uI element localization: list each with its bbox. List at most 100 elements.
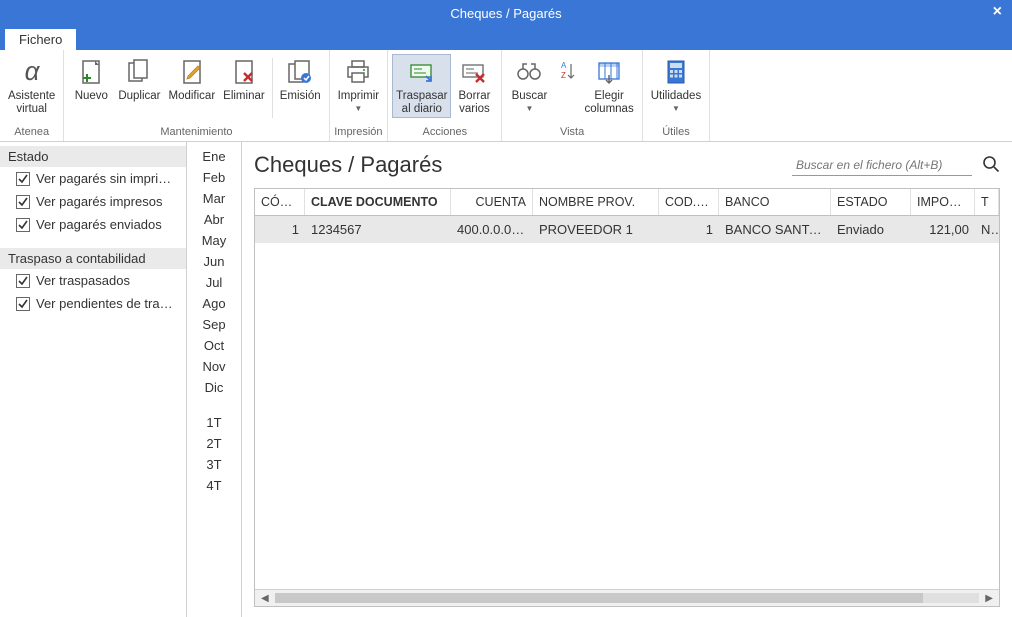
content-header: Cheques / Pagarés	[254, 152, 1000, 178]
utilidades-button[interactable]: Utilidades ▼	[647, 54, 706, 115]
quarter-3t[interactable]: 3T	[187, 454, 241, 475]
page-title: Cheques / Pagarés	[254, 152, 442, 178]
month-dic[interactable]: Dic	[187, 377, 241, 398]
check-label: Ver pagarés sin imprimir	[36, 171, 176, 186]
months-panel: Ene Feb Mar Abr May Jun Jul Ago Sep Oct …	[187, 142, 242, 617]
sidebar-header-traspaso: Traspaso a contabilidad	[0, 248, 186, 269]
check-pagares-enviados[interactable]: Ver pagarés enviados	[0, 213, 186, 236]
checkbox-checked-icon	[16, 195, 30, 209]
eliminar-button[interactable]: Eliminar	[219, 54, 269, 105]
elegir-columnas-button[interactable]: Elegir columnas	[580, 54, 637, 118]
nuevo-button[interactable]: Nuevo	[68, 54, 114, 105]
ribbon-group-label-vista: Vista	[506, 124, 637, 141]
titlebar: Cheques / Pagarés ×	[0, 0, 1012, 26]
ribbon-group-impresion: Imprimir ▼ Impresión	[330, 50, 389, 141]
table-header-row: CÓDI... CLAVE DOCUMENTO CUENTA NOMBRE PR…	[255, 189, 999, 216]
close-icon[interactable]: ×	[993, 3, 1002, 21]
checkbox-checked-icon	[16, 297, 30, 311]
month-ago[interactable]: Ago	[187, 293, 241, 314]
tabbar: Fichero	[0, 26, 1012, 50]
chevron-down-icon: ▼	[672, 104, 680, 113]
td-codban: 1	[659, 216, 719, 243]
td-estado: Enviado	[831, 216, 911, 243]
month-nov[interactable]: Nov	[187, 356, 241, 377]
month-sep[interactable]: Sep	[187, 314, 241, 335]
ribbon-group-label-utiles: Útiles	[647, 124, 706, 141]
ribbon-group-acciones: Traspasar al diario Borrar varios Accion…	[388, 50, 502, 141]
printer-icon	[342, 56, 374, 88]
checkbox-checked-icon	[16, 172, 30, 186]
th-codigo[interactable]: CÓDI...	[255, 189, 305, 215]
th-clave[interactable]: CLAVE DOCUMENTO	[305, 189, 451, 215]
check-pagares-sin-imprimir[interactable]: Ver pagarés sin imprimir	[0, 167, 186, 190]
tab-fichero[interactable]: Fichero	[5, 29, 76, 50]
scroll-track[interactable]	[275, 593, 980, 603]
month-jun[interactable]: Jun	[187, 251, 241, 272]
main: Estado Ver pagarés sin imprimir Ver paga…	[0, 142, 1012, 617]
chevron-down-icon: ▼	[526, 104, 534, 113]
ribbon-group-label-impresion: Impresión	[334, 124, 384, 141]
month-abr[interactable]: Abr	[187, 209, 241, 230]
th-extra[interactable]: T	[975, 189, 999, 215]
th-codban[interactable]: COD.BAN...	[659, 189, 719, 215]
svg-text:A: A	[561, 61, 567, 70]
sidebar: Estado Ver pagarés sin imprimir Ver paga…	[0, 142, 187, 617]
chevron-down-icon: ▼	[354, 104, 362, 113]
check-traspasados[interactable]: Ver traspasados	[0, 269, 186, 292]
sidebar-header-estado: Estado	[0, 146, 186, 167]
emision-button[interactable]: Emisión	[276, 54, 325, 105]
document-new-icon	[75, 56, 107, 88]
quarter-2t[interactable]: 2T	[187, 433, 241, 454]
scroll-left-icon[interactable]: ◀	[257, 593, 273, 604]
th-cuenta[interactable]: CUENTA	[451, 189, 533, 215]
document-edit-icon	[176, 56, 208, 88]
month-feb[interactable]: Feb	[187, 167, 241, 188]
scroll-right-icon[interactable]: ▶	[981, 593, 997, 604]
th-banco[interactable]: BANCO	[719, 189, 831, 215]
check-pagares-impresos[interactable]: Ver pagarés impresos	[0, 190, 186, 213]
ribbon-group-vista: Buscar ▼ AZ Elegir columnas Vista	[502, 50, 642, 141]
search-input[interactable]	[792, 155, 972, 176]
month-ene[interactable]: Ene	[187, 146, 241, 167]
td-codigo: 1	[255, 216, 305, 243]
td-nombre: PROVEEDOR 1	[533, 216, 659, 243]
scroll-thumb[interactable]	[275, 593, 923, 603]
horizontal-scrollbar[interactable]: ◀ ▶	[255, 589, 999, 606]
svg-text:Z: Z	[561, 71, 566, 80]
checkbox-checked-icon	[16, 274, 30, 288]
cheque-delete-icon	[458, 56, 490, 88]
alpha-icon: α	[16, 56, 48, 88]
th-estado[interactable]: ESTADO	[831, 189, 911, 215]
check-pendientes-traspasar[interactable]: Ver pendientes de traspasar	[0, 292, 186, 315]
check-label: Ver pagarés impresos	[36, 194, 162, 209]
buscar-button[interactable]: Buscar ▼	[506, 54, 552, 115]
th-nombre[interactable]: NOMBRE PROV.	[533, 189, 659, 215]
calculator-icon	[660, 56, 692, 88]
th-importe[interactable]: IMPORTE	[911, 189, 975, 215]
columns-icon	[593, 56, 625, 88]
ribbon-group-label-atenea: Atenea	[4, 124, 59, 141]
separator	[272, 58, 273, 118]
month-jul[interactable]: Jul	[187, 272, 241, 293]
modificar-button[interactable]: Modificar	[165, 54, 220, 105]
month-mar[interactable]: Mar	[187, 188, 241, 209]
quarter-4t[interactable]: 4T	[187, 475, 241, 496]
document-delete-icon	[228, 56, 260, 88]
quarter-1t[interactable]: 1T	[187, 412, 241, 433]
td-cuenta: 400.0.0.000...	[451, 216, 533, 243]
ribbon-group-atenea: α Asistente virtual Atenea	[0, 50, 64, 141]
table-row[interactable]: 1 1234567 400.0.0.000... PROVEEDOR 1 1 B…	[255, 216, 999, 243]
table-body: 1 1234567 400.0.0.000... PROVEEDOR 1 1 B…	[255, 216, 999, 589]
month-may[interactable]: May	[187, 230, 241, 251]
content: Cheques / Pagarés CÓDI... CLAVE DOCUMENT…	[242, 142, 1012, 617]
month-oct[interactable]: Oct	[187, 335, 241, 356]
search-icon[interactable]	[982, 155, 1000, 176]
imprimir-button[interactable]: Imprimir ▼	[334, 54, 384, 115]
traspasar-diario-button[interactable]: Traspasar al diario	[392, 54, 451, 118]
check-label: Ver pendientes de traspasar	[36, 296, 176, 311]
asistente-virtual-button[interactable]: α Asistente virtual	[4, 54, 59, 118]
borrar-varios-button[interactable]: Borrar varios	[451, 54, 497, 118]
duplicar-button[interactable]: Duplicar	[114, 54, 164, 105]
ribbon-group-label-mantenimiento: Mantenimiento	[68, 124, 324, 141]
sort-button[interactable]: AZ	[552, 54, 580, 90]
